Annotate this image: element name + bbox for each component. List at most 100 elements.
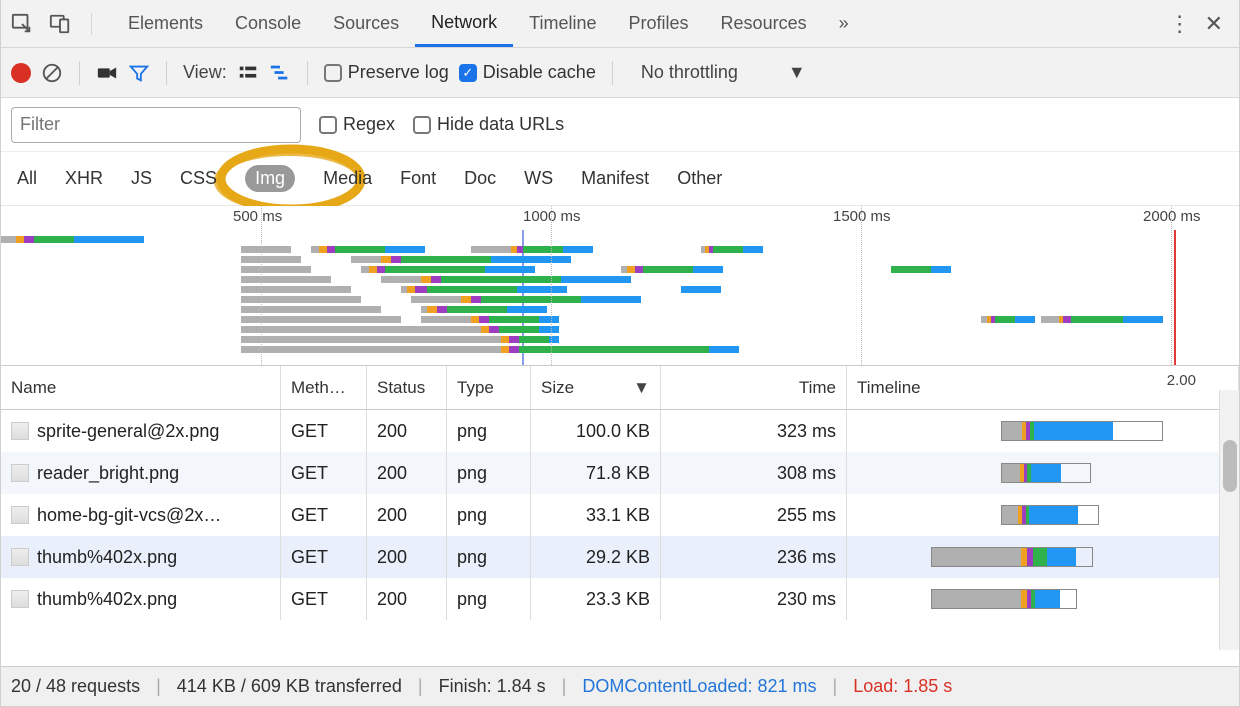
overview-request-bar [441,346,739,353]
overview-request-bar [411,296,641,303]
overview-request-bar [311,246,425,253]
network-toolbar: View: Preserve log ✓Disable cache No thr… [1,48,1239,98]
regex-label: Regex [343,114,395,135]
throttling-select[interactable]: No throttling ▼ [629,62,818,83]
type-filter-js[interactable]: JS [131,168,152,189]
view-list-icon[interactable] [237,62,259,84]
status-bar: 20 / 48 requests| 414 KB / 609 KB transf… [1,666,1239,706]
tab-timeline[interactable]: Timeline [513,0,612,47]
overview-request-bar [471,246,593,253]
type-filter-all[interactable]: All [17,168,37,189]
timeline-bar [1001,505,1099,525]
overview-chart[interactable]: 500 ms1000 ms1500 ms2000 ms [1,206,1239,366]
file-image-icon [11,422,29,440]
timeline-bar [1001,463,1091,483]
preserve-log-checkbox[interactable]: Preserve log [324,62,449,83]
tabs-container: ElementsConsoleSourcesNetworkTimelinePro… [112,0,823,47]
devtools-tabstrip: ElementsConsoleSourcesNetworkTimelinePro… [1,0,1239,48]
overview-request-bar [621,266,723,273]
tab-elements[interactable]: Elements [112,0,219,47]
hide-data-urls-checkbox[interactable]: Hide data URLs [413,114,564,135]
overview-request-bar [421,316,559,323]
type-filter-font[interactable]: Font [400,168,436,189]
tab-profiles[interactable]: Profiles [613,0,705,47]
type-filter-other[interactable]: Other [677,168,722,189]
table-row[interactable]: thumb%402x.pngGET200png23.3 KB230 ms [1,578,1239,620]
timeline-bar [931,547,1093,567]
hide-data-urls-label: Hide data URLs [437,114,564,135]
col-size[interactable]: Size▼ [531,366,661,409]
overview-request-bar [421,326,559,333]
status-requests: 20 / 48 requests [11,676,140,697]
type-filter-doc[interactable]: Doc [464,168,496,189]
filter-bar: Regex Hide data URLs [1,98,1239,152]
throttling-label: No throttling [641,62,738,83]
timeline-bar [931,589,1077,609]
table-row[interactable]: thumb%402x.pngGET200png29.2 KB236 ms [1,536,1239,578]
table-row[interactable]: reader_bright.pngGET200png71.8 KB308 ms [1,452,1239,494]
overview-request-bar [241,326,421,333]
col-name[interactable]: Name [1,366,281,409]
type-filter-css[interactable]: CSS [180,168,217,189]
tab-network[interactable]: Network [415,0,513,47]
regex-checkbox[interactable]: Regex [319,114,395,135]
overview-request-bar [421,336,559,343]
col-method[interactable]: Meth… [281,366,367,409]
record-button[interactable] [11,63,31,83]
status-dcl: DOMContentLoaded: 821 ms [582,676,816,697]
overview-request-bar [681,286,721,293]
request-table: Name Meth… Status Type Size▼ Time Timeli… [1,366,1239,666]
scrollbar-thumb[interactable] [1223,440,1237,492]
menu-kebab-icon[interactable]: ⋮ [1169,11,1191,37]
col-type[interactable]: Type [447,366,531,409]
table-row[interactable]: sprite-general@2x.pngGET200png100.0 KB32… [1,410,1239,452]
overview-request-bar [381,276,631,283]
file-image-icon [11,464,29,482]
disable-cache-checkbox[interactable]: ✓Disable cache [459,62,596,83]
overview-request-bar [241,246,291,253]
overview-request-bar [241,336,441,343]
col-time[interactable]: Time [661,366,847,409]
overview-request-bar [401,286,567,293]
filter-funnel-icon[interactable] [128,62,150,84]
close-icon[interactable]: ✕ [1205,11,1223,37]
overview-request-bar [981,316,1035,323]
table-header[interactable]: Name Meth… Status Type Size▼ Time Timeli… [1,366,1239,410]
overview-request-bar [1041,316,1163,323]
device-toggle-icon[interactable] [49,13,71,35]
status-transferred: 414 KB / 609 KB transferred [177,676,402,697]
type-filter-manifest[interactable]: Manifest [581,168,649,189]
overview-request-bar [1,236,144,243]
overview-request-bar [241,296,361,303]
inspect-element-icon[interactable] [11,13,33,35]
type-filter-media[interactable]: Media [323,168,372,189]
tab-resources[interactable]: Resources [705,0,823,47]
type-filter-xhr[interactable]: XHR [65,168,103,189]
disable-cache-label: Disable cache [483,62,596,83]
tabs-overflow-icon[interactable]: » [823,0,865,47]
overview-request-bar [351,256,571,263]
col-status[interactable]: Status [367,366,447,409]
view-label: View: [183,62,227,83]
scrollbar-track[interactable] [1219,390,1239,650]
view-waterfall-icon[interactable] [269,62,291,84]
overview-request-bar [241,306,381,313]
timeline-bar [1001,421,1163,441]
file-image-icon [11,590,29,608]
tab-console[interactable]: Console [219,0,317,47]
type-filter-ws[interactable]: WS [524,168,553,189]
overview-request-bar [241,256,301,263]
tab-sources[interactable]: Sources [317,0,415,47]
col-timeline[interactable]: Timeline 2.00 [847,366,1239,409]
overview-request-bar [421,306,547,313]
clear-icon[interactable] [41,62,63,84]
devtools: ElementsConsoleSourcesNetworkTimelinePro… [0,0,1240,707]
overview-request-bar [701,246,763,253]
filter-input[interactable] [11,107,301,143]
table-row[interactable]: home-bg-git-vcs@2x…GET200png33.1 KB255 m… [1,494,1239,536]
overview-tick: 500 ms [233,208,282,225]
overview-request-bar [241,276,331,283]
camera-icon[interactable] [96,62,118,84]
type-filter-bar: All XHR JS CSS Img Media Font Doc WS Manifest Othe… [1,152,1239,206]
type-filter-img[interactable]: Img [245,165,295,192]
